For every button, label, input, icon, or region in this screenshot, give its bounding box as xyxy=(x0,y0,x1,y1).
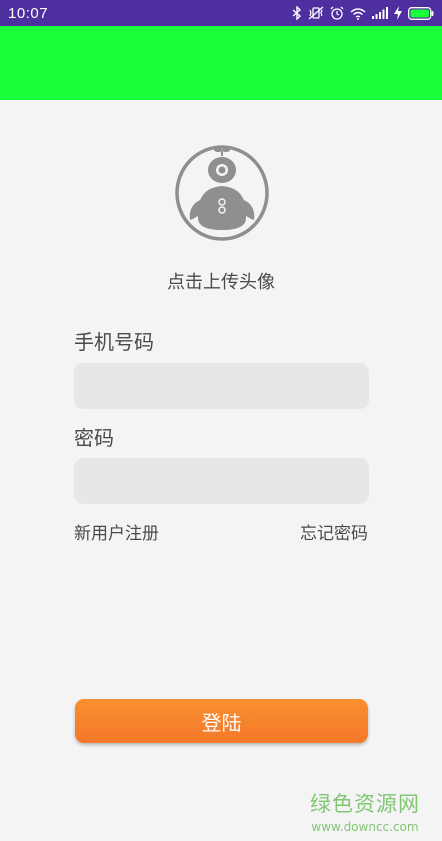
vibrate-icon xyxy=(308,6,324,20)
register-link[interactable]: 新用户注册 xyxy=(74,519,159,544)
login-button[interactable]: 登陆 xyxy=(75,699,368,743)
forgot-password-link[interactable]: 忘记密码 xyxy=(300,519,368,544)
password-input[interactable] xyxy=(74,458,369,504)
bluetooth-icon xyxy=(292,6,302,20)
watermark: 绿色资源网 www.downcc.com xyxy=(310,788,420,834)
battery-icon xyxy=(408,6,434,20)
phone-label: 手机号码 xyxy=(74,330,154,354)
avatar[interactable] xyxy=(174,144,270,242)
wifi-icon xyxy=(350,7,366,20)
watermark-url: www.downcc.com xyxy=(311,820,419,834)
robot-avatar-icon xyxy=(175,145,269,241)
status-icons xyxy=(292,6,434,20)
signal-icon xyxy=(372,7,388,19)
header-bar xyxy=(0,26,442,100)
watermark-title: 绿色资源网 xyxy=(310,792,420,816)
phone-input[interactable] xyxy=(74,363,369,409)
upload-avatar-caption[interactable]: 点击上传头像 xyxy=(0,268,442,294)
charging-icon xyxy=(394,6,402,20)
status-time: 10:07 xyxy=(8,4,49,22)
password-label: 密码 xyxy=(74,426,114,450)
alarm-icon xyxy=(330,6,344,20)
status-bar: 10:07 xyxy=(0,0,442,26)
